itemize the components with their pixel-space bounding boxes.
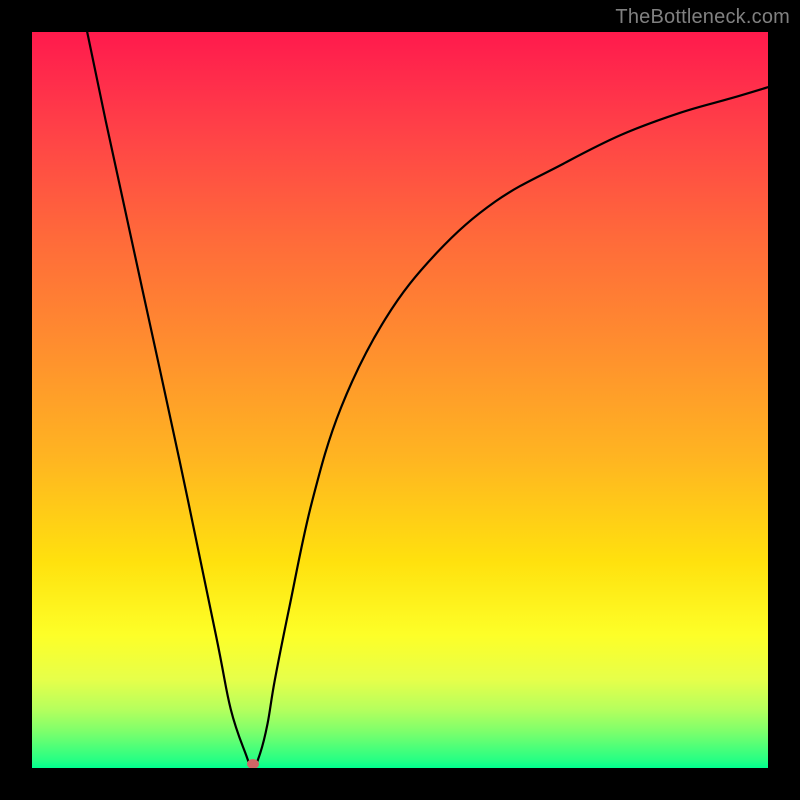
plot-area [32, 32, 768, 768]
chart-frame: TheBottleneck.com [0, 0, 800, 800]
watermark-text: TheBottleneck.com [615, 6, 790, 29]
dip-marker [247, 759, 259, 769]
bottleneck-curve [32, 32, 768, 768]
